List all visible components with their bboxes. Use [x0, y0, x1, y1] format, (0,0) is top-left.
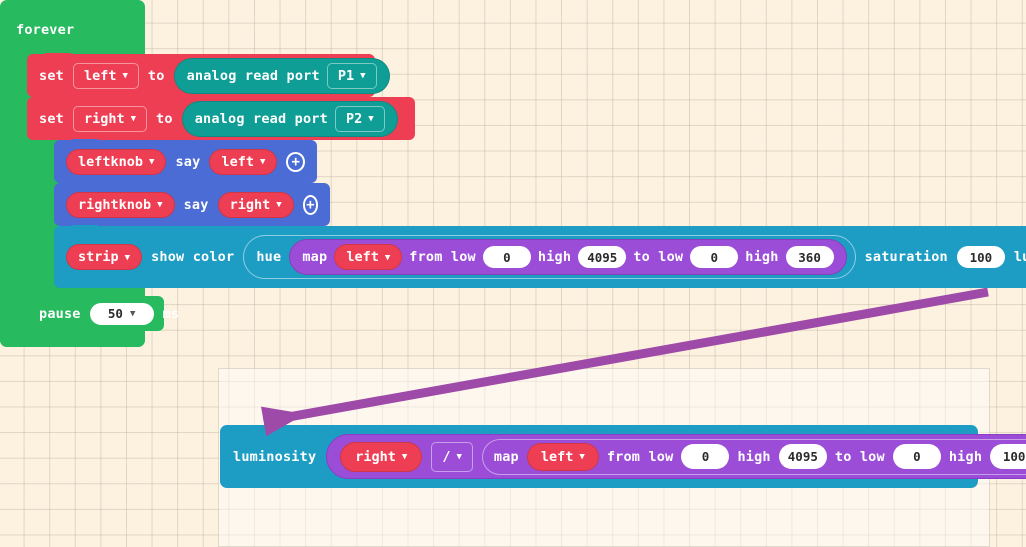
chevron-down-icon: ▼ [157, 201, 162, 210]
hue-input-slot[interactable]: hue map left ▼ from low 0 high 4095 to l… [243, 235, 855, 279]
map-label: map [302, 249, 327, 265]
to-high-label: high [745, 249, 778, 265]
pause-duration-value: 50 [108, 306, 123, 321]
block-pause[interactable]: pause 50 ▼ ms [27, 296, 164, 331]
port-value: P2 [346, 111, 362, 127]
block-notch [45, 96, 71, 103]
to-label: to [148, 68, 165, 84]
chevron-down-icon: ▼ [131, 115, 136, 124]
analog-read-label: analog read port [195, 111, 328, 127]
analog-read-label: analog read port [187, 68, 320, 84]
chevron-down-icon: ▼ [276, 201, 281, 210]
to-low-input[interactable]: 0 [893, 444, 941, 469]
block-notch [72, 225, 98, 232]
operator-dropdown-divide[interactable]: / ▼ [431, 442, 473, 472]
block-strip-show-color[interactable]: strip ▼ show color hue map left ▼ from l… [54, 226, 1026, 288]
chevron-down-icon: ▼ [368, 115, 373, 124]
map-variable-dropdown[interactable]: left ▼ [527, 443, 599, 471]
from-high-label: high [737, 449, 770, 465]
plus-circle-icon[interactable]: + [303, 195, 318, 215]
map-label: map [494, 449, 519, 465]
reporter-division[interactable]: right ▼ / ▼ map left ▼ from low 0 high 4… [326, 434, 1026, 479]
target-dropdown-rightknob[interactable]: rightknob ▼ [66, 192, 175, 218]
show-color-label: show color [151, 249, 234, 265]
say-label: say [184, 197, 209, 213]
luminosity-label: luminosity [233, 449, 316, 465]
from-low-input[interactable]: 0 [681, 444, 729, 469]
to-low-label: to low [835, 449, 885, 465]
target-name: strip [78, 249, 119, 265]
block-notch [45, 295, 71, 302]
reporter-map-hue[interactable]: map left ▼ from low 0 high 4095 to low 0… [289, 239, 846, 275]
ms-label: ms [163, 306, 180, 322]
set-label: set [39, 68, 64, 84]
block-luminosity-expression[interactable]: luminosity right ▼ / ▼ map left ▼ from l… [220, 425, 978, 488]
plus-circle-icon[interactable]: + [286, 152, 305, 172]
pause-label: pause [39, 306, 81, 322]
block-leftknob-say[interactable]: leftknob ▼ say left ▼ + [54, 140, 317, 183]
pause-duration-dropdown[interactable]: 50 ▼ [90, 303, 154, 325]
forever-label: forever [16, 22, 74, 38]
block-notch [72, 139, 98, 146]
from-low-input[interactable]: 0 [483, 246, 531, 268]
reporter-map-luminosity[interactable]: map left ▼ from low 0 high 4095 to low 0… [482, 439, 1026, 475]
port-dropdown-p1[interactable]: P1 ▼ [327, 63, 377, 89]
argument-dropdown-right[interactable]: right ▼ [218, 192, 294, 218]
chevron-down-icon: ▼ [149, 158, 154, 167]
from-high-input[interactable]: 4095 [578, 246, 626, 268]
to-high-label: high [949, 449, 982, 465]
to-label: to [156, 111, 173, 127]
chevron-down-icon: ▼ [130, 310, 135, 319]
from-low-label: from low [607, 449, 674, 465]
luminosity-label: luminosity [1014, 249, 1026, 265]
chevron-down-icon: ▼ [579, 453, 584, 462]
to-high-input[interactable]: 100 [990, 444, 1026, 469]
port-value: P1 [338, 68, 354, 84]
chevron-down-icon: ▼ [385, 254, 390, 263]
to-high-input[interactable]: 360 [786, 246, 834, 268]
block-set-right[interactable]: set right ▼ to analog read port P2 ▼ [27, 97, 415, 140]
saturation-label: saturation [865, 249, 948, 265]
chevron-down-icon: ▼ [360, 72, 365, 81]
variable-name: left [541, 449, 574, 465]
chevron-down-icon: ▼ [125, 254, 130, 263]
variable-name: left [84, 68, 117, 84]
blocks-workspace[interactable]: forever set left ▼ to analog read port P… [0, 0, 1026, 547]
block-set-left[interactable]: set left ▼ to analog read port P1 ▼ [27, 54, 375, 97]
map-variable-dropdown[interactable]: left ▼ [334, 244, 402, 270]
chevron-down-icon: ▼ [456, 453, 461, 462]
saturation-input[interactable]: 100 [957, 246, 1005, 268]
argument-name: left [221, 154, 254, 170]
hue-label: hue [256, 249, 281, 265]
block-notch [45, 53, 71, 60]
variable-name: right [84, 111, 125, 127]
from-high-input[interactable]: 4095 [779, 444, 827, 469]
reporter-analog-read-p2[interactable]: analog read port P2 ▼ [182, 101, 398, 137]
dividend-dropdown-right[interactable]: right ▼ [340, 442, 422, 472]
variable-name: right [355, 449, 396, 465]
port-dropdown-p2[interactable]: P2 ▼ [335, 106, 385, 132]
block-rightknob-say[interactable]: rightknob ▼ say right ▼ + [54, 183, 330, 226]
from-low-label: from low [409, 249, 476, 265]
variable-name: left [346, 249, 379, 265]
argument-name: right [230, 197, 271, 213]
to-low-label: to low [633, 249, 683, 265]
argument-dropdown-left[interactable]: left ▼ [209, 149, 277, 175]
chevron-down-icon: ▼ [260, 158, 265, 167]
reporter-analog-read-p1[interactable]: analog read port P1 ▼ [174, 58, 390, 94]
target-name: leftknob [78, 154, 143, 170]
operator-symbol: / [442, 449, 450, 465]
target-dropdown-leftknob[interactable]: leftknob ▼ [66, 149, 166, 175]
target-name: rightknob [78, 197, 151, 213]
from-high-label: high [538, 249, 571, 265]
to-low-input[interactable]: 0 [690, 246, 738, 268]
say-label: say [175, 154, 200, 170]
chevron-down-icon: ▼ [402, 453, 407, 462]
variable-dropdown-right[interactable]: right ▼ [73, 106, 147, 132]
block-notch [72, 182, 98, 189]
target-dropdown-strip[interactable]: strip ▼ [66, 244, 142, 270]
set-label: set [39, 111, 64, 127]
variable-dropdown-left[interactable]: left ▼ [73, 63, 139, 89]
chevron-down-icon: ▼ [123, 72, 128, 81]
